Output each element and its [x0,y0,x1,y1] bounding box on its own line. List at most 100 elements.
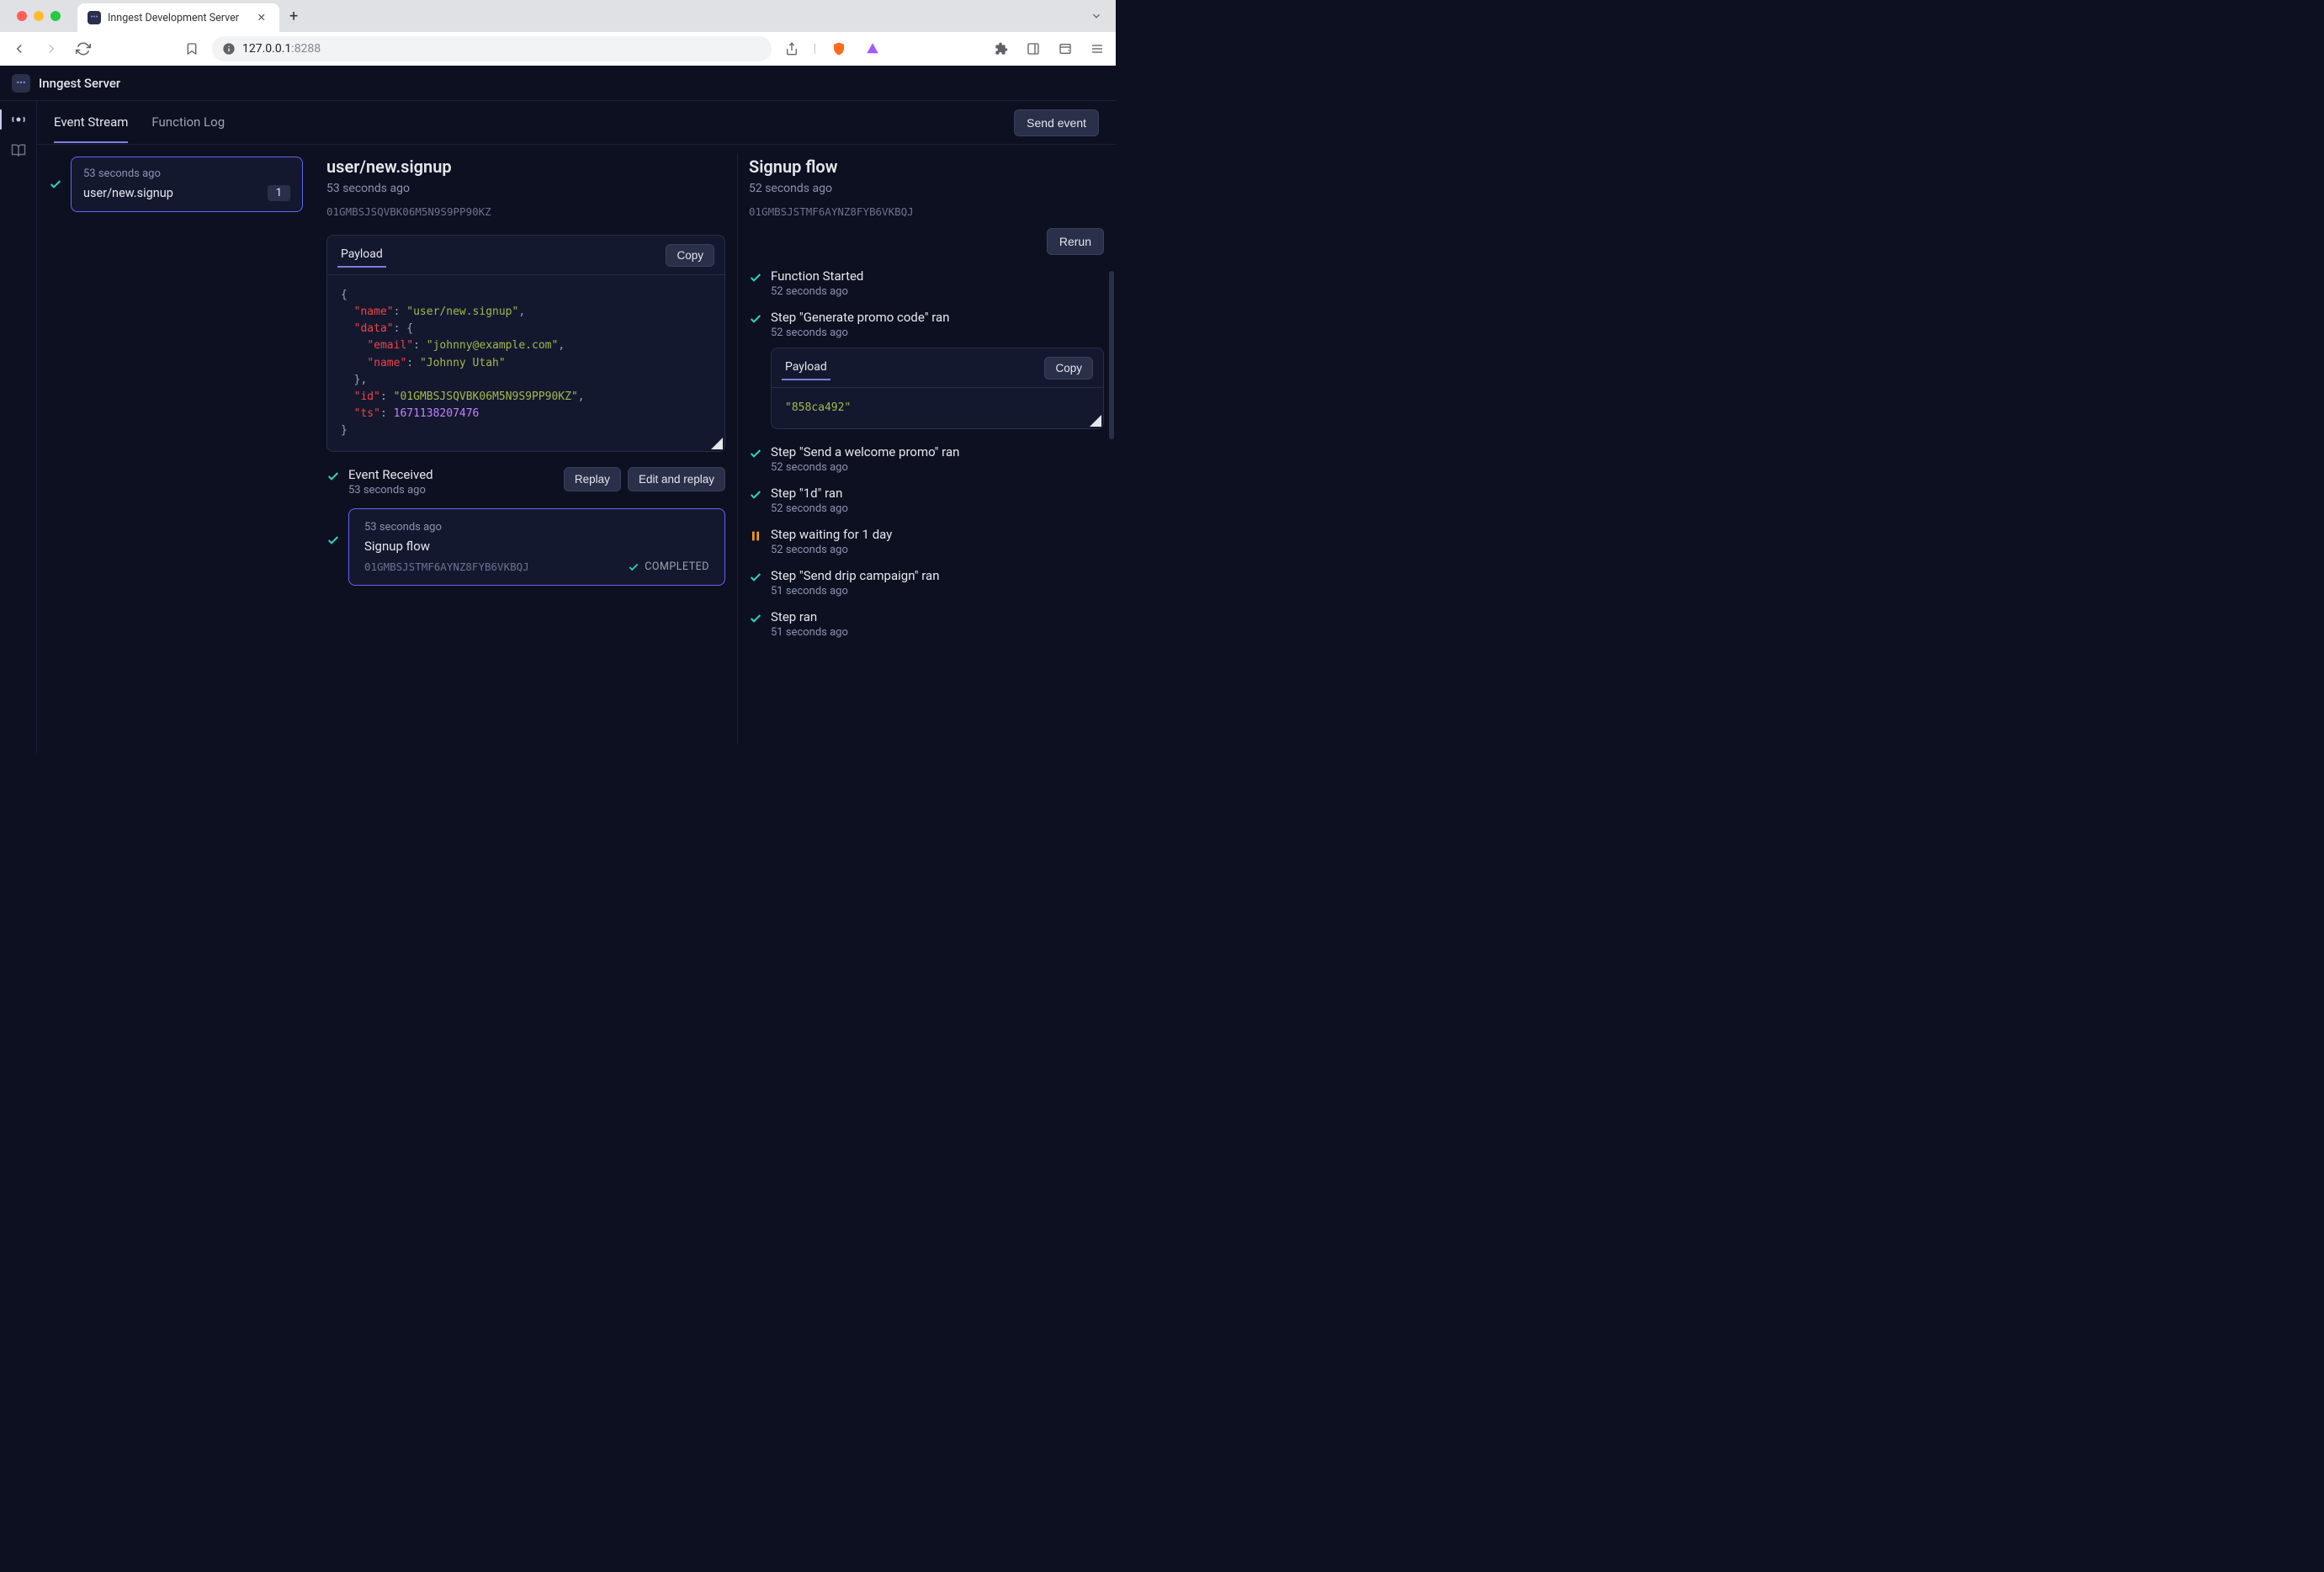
check-icon [749,268,762,298]
app-header: ••• Inngest Server [0,66,1116,101]
check-icon [749,310,762,429]
sidebar-icon[interactable] [1023,39,1043,59]
close-tab-icon[interactable]: ✕ [254,11,269,24]
step-item: Step ran 51 seconds ago [749,609,1104,639]
step-item: Step "Generate promo code" ran 52 second… [749,310,1104,429]
event-received-ts: 53 seconds ago [348,484,433,497]
tab-favicon-icon: ••• [88,11,101,24]
window-controls [8,11,69,21]
run-title: Signup flow [749,157,1104,177]
tab-title: Inngest Development Server [108,12,239,24]
payload-tab[interactable]: Payload [782,355,830,380]
send-event-button[interactable]: Send event [1014,109,1099,136]
tab-dropdown-icon[interactable] [1077,10,1116,22]
copy-button[interactable]: Copy [1044,357,1093,380]
app-logo-icon: ••• [12,74,30,93]
sub-header: Event Stream Function Log Send event [37,101,1116,145]
step-payload-json[interactable]: "858ca492" [772,388,1103,428]
url-field[interactable]: 127.0.0.1:8288 [212,36,772,61]
payload-tab[interactable]: Payload [337,242,386,268]
check-icon [326,467,340,497]
bookmark-button[interactable] [182,39,202,59]
step-ts: 52 seconds ago [771,461,1104,474]
event-timestamp: 53 seconds ago [83,167,290,180]
tab-event-stream[interactable]: Event Stream [54,103,128,143]
step-title: Step "Send drip campaign" ran [771,568,1104,583]
step-item: Step "Send a welcome promo" ran 52 secon… [749,444,1104,474]
function-run-column: Signup flow 52 seconds ago 01GMBSJSTMF6A… [737,145,1116,753]
run-timestamp: 52 seconds ago [749,182,1104,195]
event-list-item[interactable]: 53 seconds ago user/new.signup 1 [49,157,303,212]
step-ts: 52 seconds ago [771,502,1104,515]
step-title: Step "1d" ran [771,486,1104,501]
brave-wallet-icon[interactable] [862,38,883,60]
step-title: Step waiting for 1 day [771,527,1104,542]
app-root: ••• Inngest Server Event Stream Function… [0,66,1116,753]
event-received-item: Event Received 53 seconds ago Replay Edi… [326,467,725,497]
pause-icon [749,527,762,556]
new-tab-button[interactable]: + [279,8,308,25]
resize-handle-icon[interactable] [711,438,723,449]
main-area: Event Stream Function Log Send event 53 … [37,101,1116,753]
step-ts: 52 seconds ago [771,544,1104,556]
url-port: :8288 [291,42,321,56]
resize-handle-icon[interactable] [1090,415,1101,427]
check-icon [49,178,62,191]
step-timeline: Function Started 52 seconds ago Step "Ge… [749,268,1104,639]
rerun-button[interactable]: Rerun [1047,228,1104,255]
event-list-column: 53 seconds ago user/new.signup 1 [37,145,315,753]
payload-panel: Payload Copy { "name": "user/new.signup"… [326,235,725,452]
event-box: 53 seconds ago user/new.signup 1 [71,157,303,212]
tab-bar: ••• Inngest Development Server ✕ + [0,0,1116,32]
browser-tab[interactable]: ••• Inngest Development Server ✕ [77,3,279,32]
app-body: Event Stream Function Log Send event 53 … [0,101,1116,753]
payload-panel-header: Payload Copy [327,236,724,275]
flow-status: COMPLETED [628,560,709,573]
replay-button[interactable]: Replay [564,467,621,491]
flow-name: Signup flow [364,539,709,554]
url-host: 127.0.0.1 [242,42,291,56]
brave-shields-icon[interactable] [828,38,850,60]
edit-replay-button[interactable]: Edit and replay [628,467,725,491]
tab-function-log[interactable]: Function Log [151,103,225,143]
step-title: Step "Send a welcome promo" ran [771,444,1104,459]
detail-id: 01GMBSJSQVBK06M5N9S9PP90KZ [326,205,725,218]
icon-rail [0,101,37,753]
flow-run-card[interactable]: 53 seconds ago Signup flow 01GMBSJSTMF6A… [348,508,725,586]
step-item: Step "Send drip campaign" ran 51 seconds… [749,568,1104,597]
scrollbar[interactable] [1109,271,1114,439]
reading-list-icon[interactable] [1055,39,1075,59]
check-icon [749,486,762,515]
run-id: 01GMBSJSTMF6AYNZ8FYB6VKBQJ [749,205,1104,218]
step-ts: 51 seconds ago [771,626,1104,639]
back-button[interactable] [8,38,30,60]
close-window[interactable] [17,11,27,21]
flow-timestamp: 53 seconds ago [364,521,709,534]
maximize-window[interactable] [50,11,61,21]
rail-docs-icon[interactable] [11,143,26,158]
check-icon [749,568,762,597]
reload-button[interactable] [72,38,94,60]
check-icon [628,561,639,573]
event-received-title: Event Received [348,467,433,482]
extensions-icon[interactable] [991,39,1011,59]
rail-stream-icon[interactable] [10,111,27,128]
site-info-icon[interactable] [222,42,236,56]
check-icon [326,508,340,547]
check-icon [749,609,762,639]
three-column-layout: 53 seconds ago user/new.signup 1 user/ne… [37,145,1116,753]
check-icon [749,444,762,474]
payload-json[interactable]: { "name": "user/new.signup", "data": { "… [327,275,724,451]
address-bar: 127.0.0.1:8288 | [0,32,1116,66]
copy-button[interactable]: Copy [666,244,714,267]
share-icon[interactable] [782,39,802,59]
menu-icon[interactable] [1087,39,1107,59]
event-detail-column: user/new.signup 53 seconds ago 01GMBSJSQ… [315,145,737,753]
step-title: Step ran [771,609,1104,624]
step-title: Step "Generate promo code" ran [771,310,1104,325]
forward-button[interactable] [40,38,62,60]
event-count-badge: 1 [268,185,290,201]
minimize-window[interactable] [34,11,44,21]
step-ts: 52 seconds ago [771,285,1104,298]
step-payload-panel: Payload Copy "858ca492" [771,348,1104,429]
